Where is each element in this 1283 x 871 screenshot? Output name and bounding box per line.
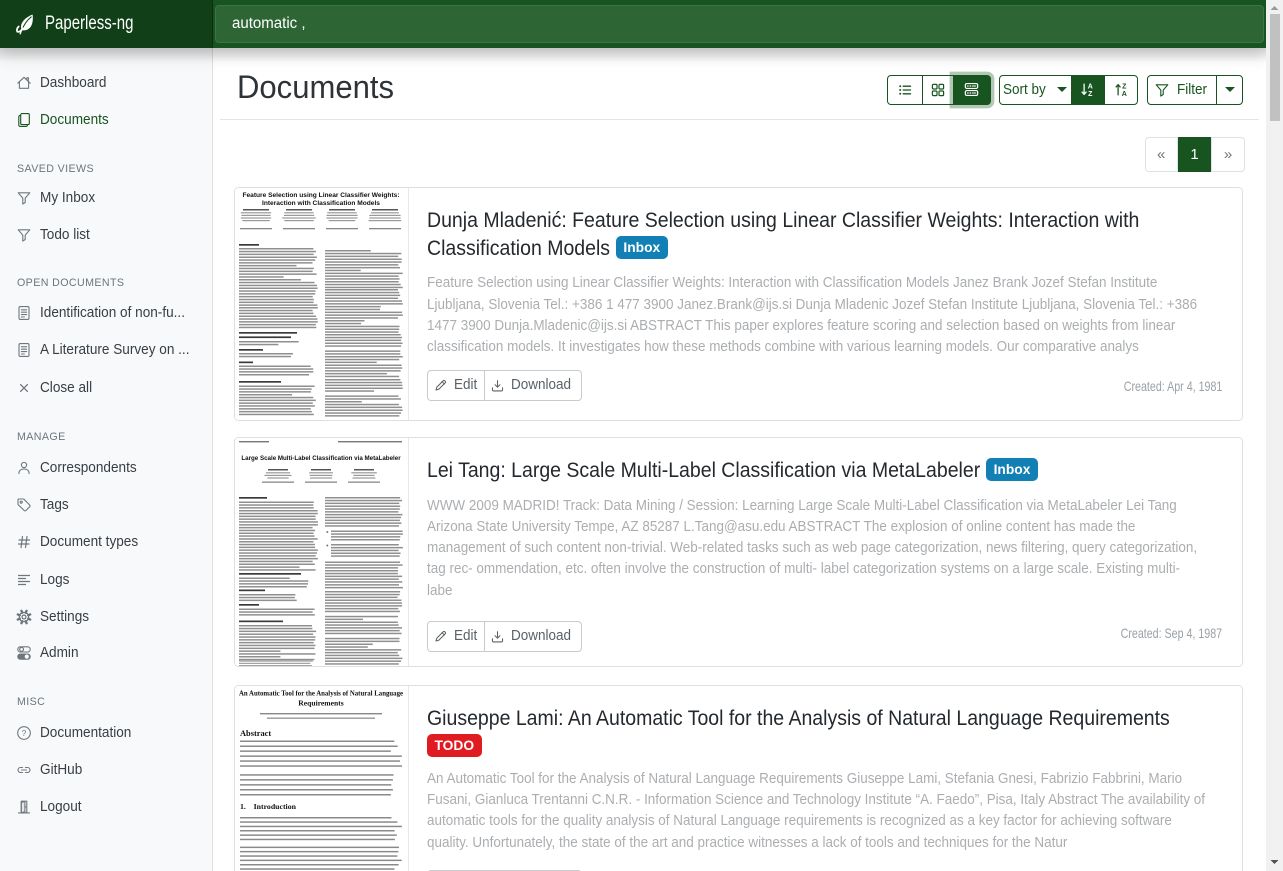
svg-text:Z: Z	[1088, 91, 1093, 98]
svg-text:A: A	[1121, 91, 1126, 98]
svg-text:Abstract: Abstract	[240, 729, 271, 738]
svg-text:Large Scale Multi-Label Classi: Large Scale Multi-Label Classification v…	[241, 455, 401, 462]
svg-text:Interaction with Classificatio: Interaction with Classification Models	[262, 200, 380, 207]
svg-text:A: A	[1088, 84, 1093, 91]
svg-text:1. Introduction: 1. Introduction	[240, 802, 297, 811]
svg-text:An Automatic Tool for the Anal: An Automatic Tool for the Analysis of Na…	[239, 689, 404, 698]
svg-text:Requirements: Requirements	[298, 699, 343, 708]
svg-text:Z: Z	[1122, 84, 1127, 91]
svg-text:?: ?	[22, 728, 27, 738]
svg-text:Feature Selection using Linear: Feature Selection using Linear Classifie…	[242, 192, 399, 199]
